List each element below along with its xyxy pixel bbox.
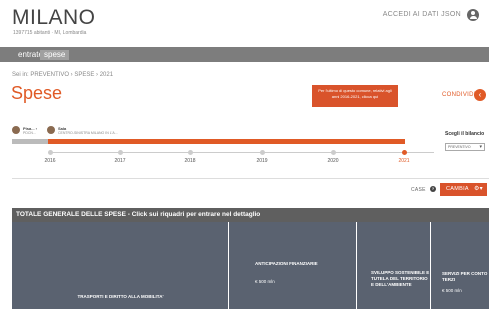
city-title: MILANO (12, 6, 96, 29)
gear-icon: ⚙▾ (474, 186, 483, 192)
timeline-dot[interactable] (260, 150, 265, 155)
timeline-track (48, 152, 434, 153)
treemap-tile[interactable]: SERVIZI PER CONTO TERZI € 500 mln (431, 222, 489, 309)
timeline-dot[interactable] (48, 150, 53, 155)
page-title: Spese (11, 83, 63, 103)
treemap-tile[interactable]: TRASPORTI E DIRITTO ALLA MOBILITA' (12, 222, 229, 309)
timeline-dot[interactable] (331, 150, 336, 155)
bilancio-label: Scegli il bilancio (445, 131, 485, 137)
timeline-year[interactable]: 2021 (389, 158, 419, 164)
tile-label: SERVIZI PER CONTO TERZI (442, 271, 488, 282)
timeline-year[interactable]: 2020 (318, 158, 348, 164)
city-subtitle: 1397715 abitanti · MI, Lombardia (13, 30, 87, 36)
total-header: TOTALE GENERALE DELLE SPESE - Click sui … (12, 208, 489, 222)
treemap-tile[interactable]: SVILUPPO SOSTENIBILE E TUTELA DEL TERRIT… (357, 222, 431, 309)
cambia-label: CAMBIA (446, 186, 469, 192)
tile-label: ANTICIPAZIONI FINANZIARIE (255, 261, 318, 266)
divider (12, 178, 489, 179)
administration-bar-past (12, 139, 48, 144)
tile-amount: € 500 mln (442, 288, 462, 293)
tile-label: TRASPORTI E DIRITTO ALLA MOBILITA' (77, 294, 164, 299)
avatar (12, 126, 20, 134)
tab-spese[interactable]: spese (40, 50, 70, 60)
timeline-dot[interactable] (118, 150, 123, 155)
cambia-button[interactable]: CAMBIA ⚙▾ (440, 183, 487, 196)
tab-bar: entrate spese (0, 47, 489, 62)
avatar (47, 126, 55, 134)
breadcrumb: Sei in: PREVENTIVO › SPESE › 2021 (12, 72, 114, 78)
timeline-year[interactable]: 2019 (247, 158, 277, 164)
chevron-down-icon: ▾ (479, 144, 482, 150)
administration-bar-current (48, 139, 405, 144)
timeline-year[interactable]: 2018 (175, 158, 205, 164)
tile-label: SVILUPPO SOSTENIBILE E TUTELA DEL TERRIT… (371, 270, 430, 287)
page-header: MILANO 1397715 abitanti · MI, Lombardia … (0, 0, 489, 47)
json-data-link[interactable]: ACCEDI AI DATI JSON (383, 11, 461, 18)
share-icon[interactable]: ‹ (474, 89, 486, 101)
user-icon[interactable] (467, 9, 479, 21)
timeline-dot[interactable] (402, 150, 407, 155)
administration-party: PDCN... (23, 131, 36, 135)
administration-party: CENTRO-SINISTRA MILANO IN L'A... (58, 131, 118, 135)
share-button-label[interactable]: CONDIVIDI (442, 92, 476, 98)
caselle-label: CASE (411, 187, 426, 193)
timeline-year[interactable]: 2017 (105, 158, 135, 164)
bilancio-select[interactable]: PREVENTIVO ▾ (445, 143, 485, 151)
info-alert[interactable]: Per l'ultimo di questo comune, relativi … (312, 85, 398, 107)
help-icon[interactable]: ? (430, 186, 436, 192)
bilancio-selected: PREVENTIVO (448, 145, 471, 149)
timeline-year[interactable]: 2016 (35, 158, 65, 164)
tile-amount: € 500 mln (255, 279, 275, 284)
treemap-tile[interactable]: ANTICIPAZIONI FINANZIARIE € 500 mln (229, 222, 357, 309)
timeline-dot[interactable] (188, 150, 193, 155)
